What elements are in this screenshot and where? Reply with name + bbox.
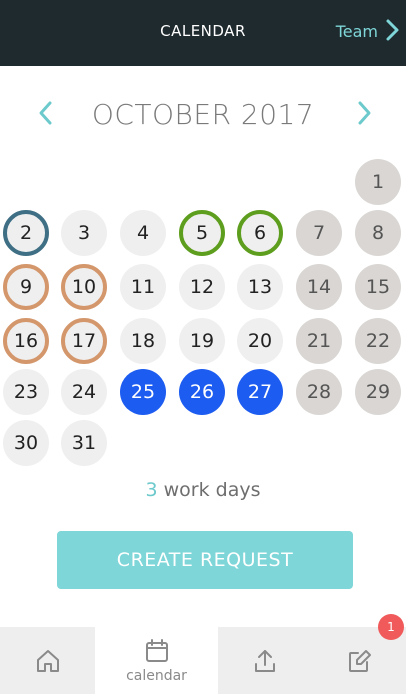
- upload-icon: [255, 649, 275, 672]
- calendar-day[interactable]: 8: [355, 210, 401, 256]
- calendar-day[interactable]: 10: [61, 264, 107, 310]
- team-link[interactable]: Team: [336, 22, 378, 41]
- calendar-day[interactable]: 26: [179, 369, 225, 415]
- nav-upload[interactable]: [218, 627, 312, 694]
- calendar-day[interactable]: 15: [355, 264, 401, 310]
- calendar-day[interactable]: 28: [296, 369, 342, 415]
- top-bar: CALENDAR Team: [0, 0, 406, 66]
- calendar-day[interactable]: 1: [355, 159, 401, 205]
- work-days-summary: 3 work days: [0, 479, 406, 501]
- calendar-day[interactable]: 4: [120, 210, 166, 256]
- calendar-day[interactable]: 27: [237, 369, 283, 415]
- chevron-right-icon[interactable]: [380, 18, 404, 42]
- work-days-label: work days: [163, 479, 261, 501]
- bottom-nav: calendar: [0, 627, 406, 694]
- calendar-day[interactable]: 12: [179, 264, 225, 310]
- calendar-day[interactable]: 13: [237, 264, 283, 310]
- nav-calendar-label: calendar: [126, 667, 187, 684]
- calendar-day[interactable]: 22: [355, 318, 401, 364]
- calendar-day[interactable]: 14: [296, 264, 342, 310]
- calendar-day[interactable]: 16: [3, 318, 49, 364]
- calendar-day[interactable]: 17: [61, 318, 107, 364]
- calendar-day[interactable]: 6: [237, 210, 283, 256]
- calendar-day[interactable]: 23: [3, 369, 49, 415]
- work-days-count: 3: [145, 479, 158, 501]
- month-label: OCTOBER 2017: [91, 98, 315, 131]
- nav-home[interactable]: [0, 627, 95, 694]
- calendar-day[interactable]: 19: [179, 318, 225, 364]
- notification-badge: 1: [378, 614, 404, 640]
- create-request-button[interactable]: CREATE REQUEST: [57, 531, 353, 589]
- home-icon: [36, 649, 59, 672]
- edit-icon: [349, 649, 371, 672]
- calendar-day[interactable]: 21: [296, 318, 342, 364]
- calendar-day[interactable]: 29: [355, 369, 401, 415]
- nav-calendar[interactable]: calendar: [95, 627, 218, 694]
- calendar-day[interactable]: 18: [120, 318, 166, 364]
- calendar-day[interactable]: 7: [296, 210, 342, 256]
- calendar-day[interactable]: 5: [179, 210, 225, 256]
- calendar-day[interactable]: 3: [61, 210, 107, 256]
- calendar-icon: [145, 638, 168, 662]
- calendar-day[interactable]: 30: [3, 420, 49, 466]
- calendar-day[interactable]: 9: [3, 264, 49, 310]
- next-month-icon[interactable]: [352, 98, 376, 128]
- calendar-day[interactable]: 2: [3, 210, 49, 256]
- calendar-day[interactable]: 24: [61, 369, 107, 415]
- calendar-day[interactable]: 20: [237, 318, 283, 364]
- calendar-day[interactable]: 31: [61, 420, 107, 466]
- calendar-day[interactable]: 11: [120, 264, 166, 310]
- calendar-day[interactable]: 25: [120, 369, 166, 415]
- month-header: OCTOBER 2017: [0, 94, 406, 134]
